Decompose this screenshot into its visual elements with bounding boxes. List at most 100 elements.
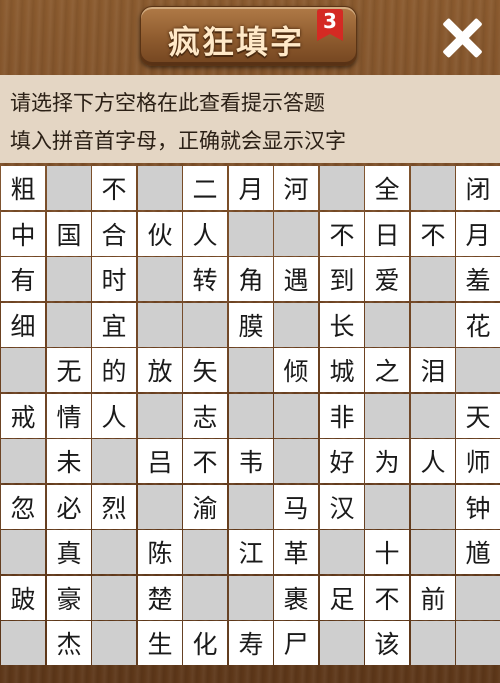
grid-cell[interactable]: 戒	[1, 394, 45, 438]
grid-cell[interactable]: 月	[229, 166, 273, 210]
grid-cell[interactable]: 未	[47, 439, 91, 483]
grid-cell[interactable]: 伙	[138, 212, 182, 256]
grid-cell-blank	[411, 257, 455, 301]
grid-cell[interactable]: 渝	[183, 485, 227, 529]
grid-cell[interactable]: 人	[183, 212, 227, 256]
grid-cell[interactable]: 中	[1, 212, 45, 256]
grid-cell[interactable]: 不	[92, 166, 136, 210]
grid-cell[interactable]: 为	[365, 439, 409, 483]
grid-cell[interactable]: 韦	[229, 439, 273, 483]
grid-cell[interactable]: 吕	[138, 439, 182, 483]
grid-cell[interactable]: 合	[92, 212, 136, 256]
grid-cell[interactable]: 该	[365, 621, 409, 665]
grid-cell[interactable]: 必	[47, 485, 91, 529]
game-title: 疯狂填字	[167, 23, 304, 61]
grid-cell[interactable]: 不	[183, 439, 227, 483]
grid-cell[interactable]: 好	[320, 439, 364, 483]
grid-cell[interactable]: 全	[365, 166, 409, 210]
grid-cell[interactable]: 烈	[92, 485, 136, 529]
grid-cell-blank	[1, 439, 45, 483]
grid-cell-blank	[274, 212, 318, 256]
grid-cell[interactable]: 月	[456, 212, 500, 256]
grid-cell[interactable]: 无	[47, 348, 91, 392]
grid-cell[interactable]: 楚	[138, 576, 182, 620]
grid-cell[interactable]: 裹	[274, 576, 318, 620]
grid-cell-blank	[365, 303, 409, 347]
hint-line-1: 请选择下方空格在此查看提示答题	[10, 91, 325, 115]
grid-cell[interactable]: 的	[92, 348, 136, 392]
grid-cell[interactable]: 志	[183, 394, 227, 438]
grid-cell[interactable]: 前	[411, 576, 455, 620]
grid-cell[interactable]: 江	[229, 530, 273, 574]
grid-cell[interactable]: 河	[274, 166, 318, 210]
grid-cell[interactable]: 十	[365, 530, 409, 574]
grid-cell[interactable]: 倾	[274, 348, 318, 392]
grid-cell[interactable]: 宜	[92, 303, 136, 347]
grid-cell[interactable]: 到	[320, 257, 364, 301]
grid-cell[interactable]: 人	[411, 439, 455, 483]
grid-cell[interactable]: 人	[92, 394, 136, 438]
grid-cell[interactable]: 尸	[274, 621, 318, 665]
grid-cell[interactable]: 泪	[411, 348, 455, 392]
grid-cell[interactable]: 师	[456, 439, 500, 483]
grid-cell[interactable]: 角	[229, 257, 273, 301]
grid-cell-blank	[47, 303, 91, 347]
grid-cell[interactable]: 城	[320, 348, 364, 392]
grid-cell-blank	[1, 530, 45, 574]
grid-cell[interactable]: 花	[456, 303, 500, 347]
grid-cell[interactable]: 长	[320, 303, 364, 347]
grid-cell-blank	[320, 530, 364, 574]
grid-cell[interactable]: 馗	[456, 530, 500, 574]
grid-cell[interactable]: 钟	[456, 485, 500, 529]
grid-cell-blank	[229, 485, 273, 529]
grid-cell[interactable]: 足	[320, 576, 364, 620]
grid-cell[interactable]: 豪	[47, 576, 91, 620]
grid-cell-blank	[456, 348, 500, 392]
grid-cell[interactable]: 膜	[229, 303, 273, 347]
grid-cell[interactable]: 情	[47, 394, 91, 438]
grid-cell[interactable]: 陈	[138, 530, 182, 574]
grid-cell[interactable]: 不	[320, 212, 364, 256]
grid-cell[interactable]: 汉	[320, 485, 364, 529]
level-number: 3	[323, 9, 337, 33]
grid-cell-blank	[274, 394, 318, 438]
grid-cell[interactable]: 真	[47, 530, 91, 574]
grid-cell[interactable]: 爱	[365, 257, 409, 301]
grid-cell[interactable]: 跛	[1, 576, 45, 620]
grid-cell-blank	[92, 439, 136, 483]
grid-cell-blank	[456, 576, 500, 620]
grid-cell-blank	[47, 166, 91, 210]
grid-cell[interactable]: 杰	[47, 621, 91, 665]
grid-cell[interactable]: 日	[365, 212, 409, 256]
grid-cell[interactable]: 忽	[1, 485, 45, 529]
grid-cell[interactable]: 国	[47, 212, 91, 256]
grid-cell[interactable]: 生	[138, 621, 182, 665]
grid-cell[interactable]: 不	[411, 212, 455, 256]
grid-cell[interactable]: 有	[1, 257, 45, 301]
grid-cell[interactable]: 之	[365, 348, 409, 392]
grid-cell-blank	[274, 303, 318, 347]
grid-cell[interactable]: 革	[274, 530, 318, 574]
grid-cell[interactable]: 粗	[1, 166, 45, 210]
grid-cell-blank	[138, 303, 182, 347]
grid-cell[interactable]: 马	[274, 485, 318, 529]
grid-cell[interactable]: 天	[456, 394, 500, 438]
grid-cell[interactable]: 放	[138, 348, 182, 392]
grid-cell[interactable]: 羞	[456, 257, 500, 301]
grid-cell[interactable]: 寿	[229, 621, 273, 665]
grid-cell[interactable]: 闭	[456, 166, 500, 210]
grid-cell[interactable]: 非	[320, 394, 364, 438]
close-icon[interactable]	[438, 14, 486, 62]
grid-cell-blank	[411, 166, 455, 210]
grid-cell[interactable]: 不	[365, 576, 409, 620]
grid-cell[interactable]: 时	[92, 257, 136, 301]
grid-cell[interactable]: 二	[183, 166, 227, 210]
hint-panel: 请选择下方空格在此查看提示答题 填入拼音首字母，正确就会显示汉字	[0, 75, 500, 163]
grid-cell[interactable]: 转	[183, 257, 227, 301]
grid-cell[interactable]: 遇	[274, 257, 318, 301]
grid-cell-blank	[47, 257, 91, 301]
grid-cell-blank	[92, 530, 136, 574]
grid-cell[interactable]: 化	[183, 621, 227, 665]
grid-cell[interactable]: 细	[1, 303, 45, 347]
grid-cell[interactable]: 矢	[183, 348, 227, 392]
